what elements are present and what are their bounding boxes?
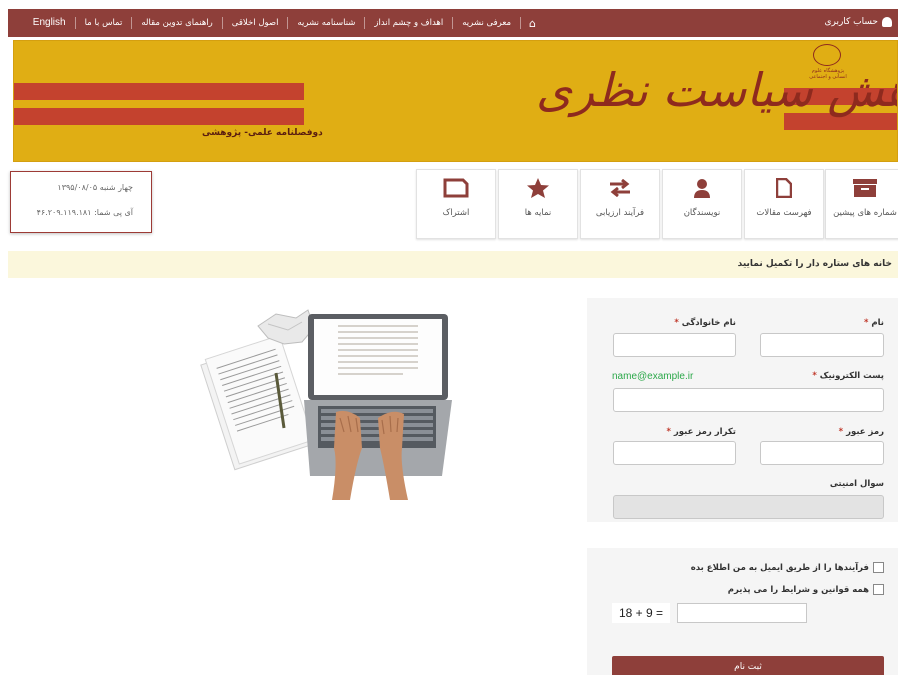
nav-journal-info[interactable]: شناسنامه نشریه (288, 17, 366, 29)
tile-archive[interactable]: شماره های پیشین (825, 169, 898, 239)
tile-review-process[interactable]: فرآیند ارزیابی (580, 169, 660, 239)
registration-options: فرآیندها را از طریق ایمیل به من اطلاع بد… (587, 548, 898, 675)
email-input[interactable] (613, 388, 884, 412)
banner-stripe (14, 108, 304, 125)
user-icon (882, 17, 892, 27)
banner-stripe (14, 83, 304, 100)
first-name-label: نام * (863, 318, 884, 328)
exchange-icon (581, 178, 659, 198)
register-button[interactable]: ثبت نام (612, 656, 884, 675)
nav-author-guide[interactable]: راهنمای تدوین مقاله (132, 17, 223, 29)
first-name-input[interactable] (760, 333, 884, 357)
account-label: حساب کاربری (824, 17, 878, 27)
nav-contact[interactable]: تماس با ما (76, 17, 133, 29)
account-menu[interactable]: حساب کاربری (824, 17, 892, 27)
top-navbar: حساب کاربری ⌂ معرفی نشریه اهداف و چشم ان… (8, 9, 898, 37)
password-input[interactable] (760, 441, 884, 465)
notify-option: فرآیندها را از طریق ایمیل به من اطلاع بد… (691, 562, 884, 573)
email-placeholder-hint: name@example.ir (612, 371, 694, 382)
captcha-question: 18 + 9 = (612, 603, 670, 623)
email-label: پست الکترونیک * (812, 371, 884, 381)
archive-icon (826, 178, 898, 198)
nav-ethics[interactable]: اصول اخلاقی (223, 17, 289, 29)
laptop-illustration (198, 308, 452, 500)
nav-about[interactable]: معرفی نشریه (453, 17, 522, 29)
captcha-input[interactable] (677, 603, 807, 623)
notice-text: خانه های ستاره دار را تکمیل نمایید (737, 259, 892, 269)
notify-label: فرآیندها را از طریق ایمیل به من اطلاع بد… (690, 562, 869, 573)
star-icon (499, 178, 577, 198)
tile-authors[interactable]: نویسندگان (662, 169, 742, 239)
user-ip: آی پی شما: ۴۶.۲۰۹.۱۱۹.۱۸۱ (36, 208, 133, 217)
security-question-label: سوال امنیتی (829, 479, 884, 489)
nav-english[interactable]: English (24, 17, 76, 29)
password-label: رمز عبور * (838, 427, 884, 437)
main-nav: ⌂ معرفی نشریه اهداف و چشم انداز شناسنامه… (24, 9, 544, 37)
user-icon (663, 178, 741, 198)
last-name-input[interactable] (613, 333, 736, 357)
folder-icon (417, 178, 495, 198)
last-name-label: نام خانوادگی * (674, 318, 736, 328)
seal-icon (813, 44, 841, 66)
terms-checkbox[interactable] (873, 584, 884, 595)
notify-checkbox[interactable] (873, 562, 884, 573)
current-date: چهار شنبه ۱۳۹۵/۰۸/۰۵ (57, 183, 133, 192)
required-fields-notice: خانه های ستاره دار را تکمیل نمایید (8, 251, 898, 278)
journal-subtitle: دوفصلنامه علمی- پژوهشی (202, 128, 323, 138)
date-ip-box: چهار شنبه ۱۳۹۵/۰۸/۰۵ آی پی شما: ۴۶.۲۰۹.۱… (10, 171, 152, 233)
tile-articles[interactable]: فهرست مقالات (744, 169, 824, 239)
terms-label: همه قوانین و شرایط را می پذیرم (727, 584, 869, 595)
home-icon[interactable]: ⌂ (521, 17, 544, 30)
security-question-select[interactable] (613, 495, 884, 519)
registration-form: نام * نام خانوادگی * پست الکترونیک * nam… (587, 298, 898, 522)
password-repeat-input[interactable] (613, 441, 736, 465)
password-repeat-label: تکرار رمز عبور * (666, 427, 736, 437)
tile-indexes[interactable]: نمایه ها (498, 169, 578, 239)
tile-subscription[interactable]: اشتراک (416, 169, 496, 239)
institute-logo: پژوهشگاه علوم انسانی و اجتماعی (805, 44, 851, 88)
terms-option: همه قوانین و شرایط را می پذیرم (728, 584, 884, 595)
journal-banner: پژوهش سیاست نظری دوفصلنامه علمی- پژوهشی … (13, 40, 898, 162)
nav-goals[interactable]: اهداف و چشم انداز (365, 17, 454, 29)
document-icon (745, 178, 823, 198)
